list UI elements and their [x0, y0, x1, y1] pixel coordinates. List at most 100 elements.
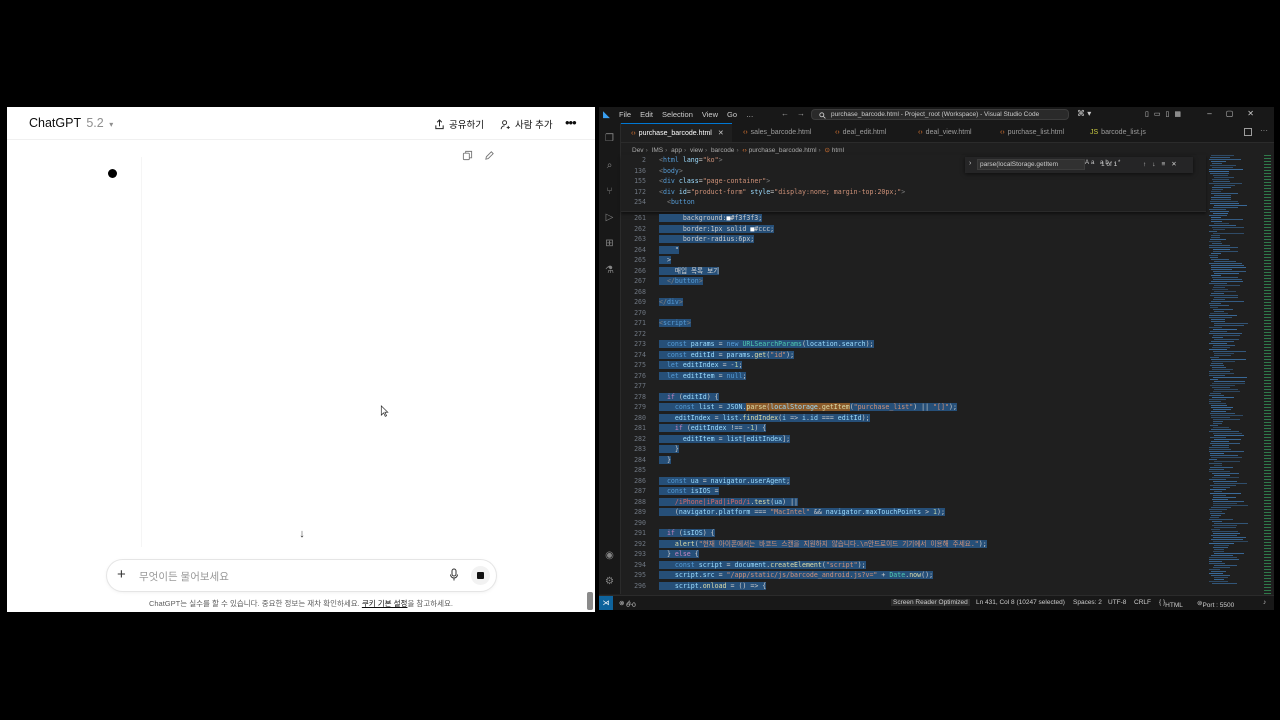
minimap-line: [1213, 335, 1240, 336]
crumb[interactable]: view: [690, 147, 703, 154]
find-controls[interactable]: ↑↓≡✕: [1143, 160, 1183, 168]
screen-reader-status[interactable]: Screen Reader Optimized: [891, 599, 970, 606]
source-control-icon[interactable]: ⑂: [604, 186, 615, 197]
crumb[interactable]: Dev: [632, 147, 644, 154]
scroll-marker: [1264, 401, 1271, 402]
edit-icon[interactable]: [484, 148, 496, 160]
scroll-marker: [1264, 569, 1271, 570]
extensions-icon[interactable]: ⊞: [604, 238, 615, 249]
gear-icon[interactable]: ⚙: [604, 576, 615, 587]
crumb[interactable]: app: [671, 147, 682, 154]
stop-generating-button[interactable]: [471, 566, 490, 585]
menu-more[interactable]: …: [746, 110, 754, 119]
scrollbar[interactable]: [587, 592, 593, 610]
menu-edit[interactable]: Edit: [640, 110, 653, 119]
plus-icon[interactable]: +: [117, 566, 126, 583]
share-button[interactable]: 공유하기: [434, 117, 484, 131]
tab-label: deal_view.html: [925, 129, 972, 136]
tab-sales-barcode[interactable]: ‹› sales_barcode.html: [733, 123, 825, 142]
split-editor-icon[interactable]: [1244, 128, 1252, 136]
tab-barcode-list[interactable]: JS barcode_list.js: [1080, 123, 1160, 142]
find-input[interactable]: parse(localStorage.getItem: [977, 159, 1085, 170]
tab-deal-edit[interactable]: ‹› deal_edit.html: [825, 123, 908, 142]
close-icon[interactable]: ✕: [718, 130, 724, 137]
crumb[interactable]: barcode: [711, 147, 735, 154]
layout-controls-icon[interactable]: ▯▭▯▦: [1145, 110, 1186, 118]
crumb[interactable]: html: [832, 147, 844, 154]
minimap-line: [1214, 223, 1229, 224]
minimap-line: [1209, 373, 1234, 374]
command-center[interactable]: purchase_barcode.html - Project_root (Wo…: [811, 109, 1069, 120]
more-actions-icon[interactable]: ···: [1260, 126, 1268, 135]
menu-view[interactable]: View: [702, 110, 718, 119]
scroll-marker: [1264, 428, 1271, 429]
composer-input[interactable]: 무엇이든 물어보세요: [139, 569, 229, 584]
add-people-label: 사람 추가: [515, 120, 553, 131]
copy-icon[interactable]: [462, 148, 474, 161]
search-icon[interactable]: ⌕: [604, 160, 615, 171]
problems-indicator[interactable]: ⊗ 0 ⚠ 0: [619, 599, 636, 609]
minimap-line: [1211, 267, 1246, 268]
scroll-marker: [1264, 197, 1271, 198]
tab-purchase-list[interactable]: ‹› purchase_list.html: [990, 123, 1080, 142]
scroll-marker: [1264, 290, 1271, 291]
more-options-icon[interactable]: •••: [565, 115, 577, 130]
minimap-line: [1210, 307, 1218, 308]
menu-go[interactable]: Go: [727, 110, 737, 119]
minimap-line: [1210, 165, 1236, 166]
nav-arrows[interactable]: ←→: [781, 109, 813, 118]
scroll-marker: [1264, 170, 1271, 171]
tab-deal-view[interactable]: ‹› deal_view.html: [908, 123, 990, 142]
minimap[interactable]: [1209, 155, 1249, 585]
minimap-line: [1210, 443, 1240, 444]
window-controls[interactable]: –▢✕: [1207, 109, 1268, 118]
minimap-line: [1209, 315, 1237, 316]
indentation[interactable]: Spaces: 2: [1073, 599, 1102, 606]
scroll-marker: [1264, 263, 1271, 264]
menu-file[interactable]: File: [619, 110, 631, 119]
code-editor[interactable]: 2 <html lang="ko"> 136 <body> 155 <div clas…: [621, 155, 1206, 594]
minimap-line: [1209, 581, 1228, 582]
account-icon[interactable]: ◉: [604, 550, 615, 561]
remote-icon[interactable]: ⋊: [599, 596, 613, 610]
scroll-marker: [1264, 491, 1271, 492]
minimap-line: [1211, 575, 1230, 576]
cookie-settings-link[interactable]: 쿠키 기본 설정: [362, 599, 408, 608]
run-debug-icon[interactable]: ▷: [604, 212, 615, 223]
crumb[interactable]: purchase_barcode.html: [749, 147, 817, 154]
add-people-button[interactable]: 사람 추가: [500, 117, 553, 131]
chevron-right-icon[interactable]: ›: [969, 160, 971, 167]
editor-scrollbar[interactable]: [1263, 155, 1272, 595]
minimap-line: [1209, 569, 1220, 570]
minimap-line: [1209, 245, 1230, 246]
scroll-down-button[interactable]: ↓: [294, 526, 310, 542]
scroll-marker: [1264, 593, 1271, 594]
tab-purchase-barcode[interactable]: ‹› purchase_barcode.html ✕: [621, 123, 732, 142]
scroll-marker: [1264, 311, 1271, 312]
explorer-icon[interactable]: ❐: [604, 133, 615, 144]
minimap-line: [1210, 425, 1218, 426]
minimap-line: [1213, 377, 1247, 378]
minimap-line: [1209, 183, 1242, 184]
minimap-line: [1213, 299, 1225, 300]
stop-icon: [477, 572, 484, 579]
scroll-marker: [1264, 422, 1271, 423]
menu-selection[interactable]: Selection: [662, 110, 693, 119]
model-selector[interactable]: ChatGPT 5.2 ▾: [29, 116, 113, 130]
scroll-marker: [1264, 473, 1271, 474]
eol[interactable]: CRLF: [1134, 599, 1151, 606]
minimap-line: [1212, 445, 1229, 446]
minimap-line: [1211, 321, 1225, 322]
encoding[interactable]: UTF-8: [1108, 599, 1126, 606]
cursor-position[interactable]: Ln 431, Col 8 (10247 selected): [976, 599, 1065, 606]
crumb[interactable]: IMS: [652, 147, 664, 154]
testing-icon[interactable]: ⚗: [604, 265, 615, 276]
language-mode[interactable]: { } HTML: [1159, 599, 1183, 609]
minimap-line: [1213, 505, 1248, 506]
minimap-line: [1209, 401, 1221, 402]
bell-icon[interactable]: ♪: [1263, 599, 1266, 606]
minimap-line: [1209, 509, 1227, 510]
copilot-icon[interactable]: ⌘ ▾: [1077, 109, 1091, 118]
microphone-icon[interactable]: [448, 568, 460, 582]
live-server-status[interactable]: ⊚ Port : 5500: [1197, 599, 1234, 609]
